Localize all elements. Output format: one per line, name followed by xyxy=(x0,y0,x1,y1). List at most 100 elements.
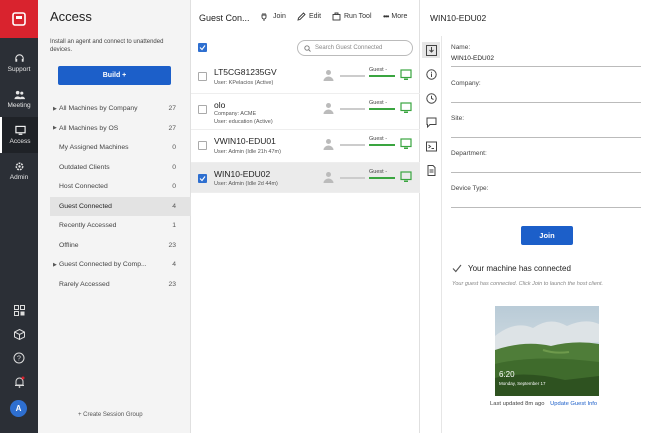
host-indicator xyxy=(340,75,365,77)
pencil-icon xyxy=(297,12,306,21)
search-input[interactable]: Search Guest Connected xyxy=(297,40,413,56)
last-updated: Last updated 8m ago Update Guest Info xyxy=(490,401,597,407)
table-row[interactable]: olo Company: ACME User: education (Activ… xyxy=(191,94,420,130)
monitor-icon xyxy=(400,102,412,113)
field-label: Department: xyxy=(451,150,487,157)
field-value[interactable] xyxy=(451,161,641,169)
more-dots-icon: ••• xyxy=(383,12,389,21)
tab-notes[interactable] xyxy=(424,162,438,178)
lock-screen-time: 6:20 xyxy=(499,370,515,379)
nav-meeting[interactable]: Meeting xyxy=(0,81,38,117)
machine-detail: User: education (Active) xyxy=(214,119,273,125)
host-indicator xyxy=(340,177,365,179)
row-checkbox[interactable] xyxy=(198,141,207,150)
tab-chat[interactable] xyxy=(424,114,438,130)
machine-company: Company: ACME xyxy=(214,111,257,117)
nav-support-label: Support xyxy=(7,66,31,73)
tab-history[interactable] xyxy=(424,90,438,106)
terminal-icon xyxy=(425,141,437,151)
field-underline xyxy=(451,172,641,173)
row-checkbox[interactable] xyxy=(198,174,207,183)
select-all-checkbox[interactable] xyxy=(198,43,207,52)
group-label: My Assigned Machines xyxy=(59,144,129,152)
app-rail: Support Meeting Access Admin ? A xyxy=(0,0,38,433)
svg-text:?: ? xyxy=(17,356,21,363)
chevron-right-icon: ▶ xyxy=(53,105,57,112)
monitor-icon xyxy=(400,69,412,80)
table-row[interactable]: VWIN10-EDU01 User: Admin (Idle 21h 47m) … xyxy=(191,130,420,163)
tab-general[interactable] xyxy=(422,42,440,58)
toolbox-icon xyxy=(332,12,341,21)
host-indicator xyxy=(340,144,365,146)
download-icon xyxy=(425,44,437,56)
connection-status-text: Your machine has connected xyxy=(468,264,571,273)
device-type-field[interactable]: Device Type: xyxy=(451,185,641,208)
field-label: Name: xyxy=(451,44,471,51)
bell-icon[interactable] xyxy=(9,374,29,390)
run-tool-toolbar-button[interactable]: Run Tool xyxy=(332,12,372,21)
user-icon xyxy=(323,103,334,114)
nav-access[interactable]: Access xyxy=(0,117,38,153)
machine-name: WIN10-EDU02 xyxy=(214,169,271,179)
machine-name: LT5CG81235GV xyxy=(214,67,277,77)
nav-support[interactable]: Support xyxy=(0,45,38,81)
table-row[interactable]: LT5CG81235GV User: KPelacios (Active) Gu… xyxy=(191,61,420,94)
connection-hint: Your guest has connected. Click Join to … xyxy=(452,281,604,287)
table-row-selected[interactable]: WIN10-EDU02 User: Admin (Idle 2d 44m) Gu… xyxy=(191,163,420,193)
create-session-group-link[interactable]: + Create Session Group xyxy=(78,412,143,418)
avatar[interactable]: A xyxy=(10,400,27,417)
group-count: 0 xyxy=(172,183,176,191)
edit-toolbar-button[interactable]: Edit xyxy=(297,12,321,21)
join-button[interactable]: Join xyxy=(521,226,573,245)
field-value[interactable] xyxy=(451,126,641,134)
guest-connected-bar xyxy=(369,108,395,110)
logo-icon xyxy=(12,12,26,26)
group-label: Guest Connected by Comp... xyxy=(59,261,147,269)
field-value[interactable] xyxy=(451,196,641,204)
more-toolbar-button[interactable]: ••• More xyxy=(383,12,407,21)
check-icon xyxy=(452,264,462,273)
company-field[interactable]: Company: xyxy=(451,80,641,103)
join-toolbar-label: Join xyxy=(273,13,286,20)
row-checkbox[interactable] xyxy=(198,105,207,114)
document-icon xyxy=(427,164,435,176)
tab-info[interactable] xyxy=(424,66,438,82)
guest-connected-bar xyxy=(369,177,395,179)
monitor-icon xyxy=(400,138,412,149)
chat-icon xyxy=(426,117,436,128)
join-toolbar-button[interactable]: Join xyxy=(261,12,286,21)
more-toolbar-label: More xyxy=(391,13,408,20)
monitor-icon xyxy=(400,171,412,182)
group-count: 0 xyxy=(172,144,176,152)
field-underline xyxy=(451,66,641,67)
group-count: 27 xyxy=(168,124,176,132)
plug-icon xyxy=(261,13,267,21)
group-count: 4 xyxy=(172,202,176,210)
chevron-right-icon: ▶ xyxy=(53,125,57,132)
group-count: 4 xyxy=(172,261,176,269)
field-value[interactable] xyxy=(451,91,641,99)
apps-icon[interactable] xyxy=(9,302,29,318)
field-value[interactable]: WIN10-EDU02 xyxy=(451,55,641,63)
info-icon xyxy=(425,68,437,80)
clock-icon xyxy=(425,92,437,104)
nav-admin-label: Admin xyxy=(9,174,29,181)
site-field[interactable]: Site: xyxy=(451,115,641,138)
page-title: Access xyxy=(50,9,92,24)
user-icon xyxy=(323,139,334,150)
name-field[interactable]: Name: WIN10-EDU02 xyxy=(451,44,641,67)
cube-icon[interactable] xyxy=(9,326,29,342)
row-checkbox[interactable] xyxy=(198,72,207,81)
app-logo[interactable] xyxy=(0,0,38,38)
field-underline xyxy=(451,102,641,103)
group-label: Host Connected xyxy=(59,183,108,191)
department-field[interactable]: Department: xyxy=(451,150,641,173)
group-count: 1 xyxy=(172,222,176,230)
field-label: Company: xyxy=(451,80,481,87)
update-guest-info-link[interactable]: Update Guest Info xyxy=(550,401,597,407)
help-icon[interactable]: ? xyxy=(9,350,29,366)
nav-admin[interactable]: Admin xyxy=(0,153,38,189)
tab-commands[interactable] xyxy=(424,138,438,154)
build-button[interactable]: Build + xyxy=(58,66,171,85)
guest-label: Guest - xyxy=(369,136,388,142)
